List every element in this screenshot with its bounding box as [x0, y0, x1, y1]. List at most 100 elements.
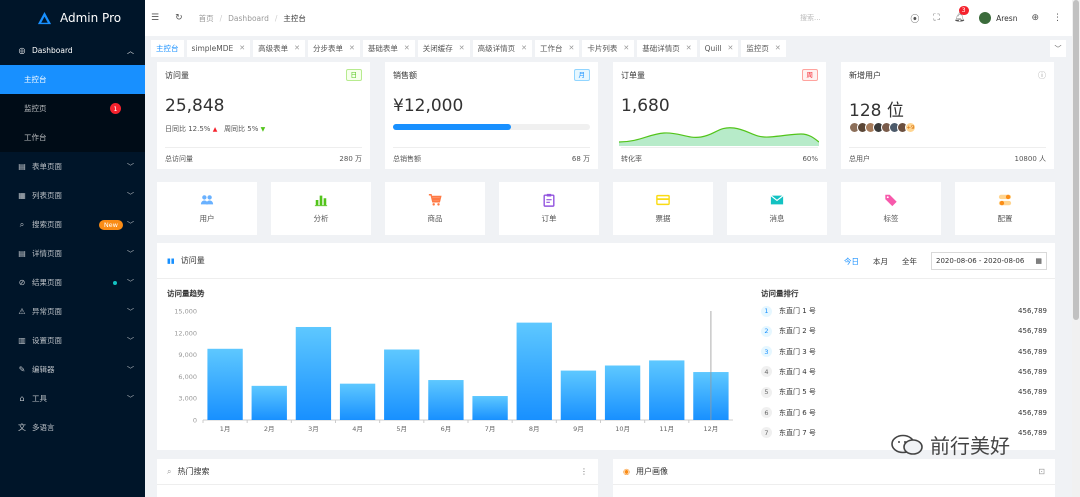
tab-item[interactable]: 基础详情页 ✕	[637, 39, 697, 57]
menu-list[interactable]: ▦ 列表页面 ﹀	[0, 181, 145, 210]
breadcrumb-dashboard[interactable]: Dashboard	[228, 14, 269, 23]
breadcrumb-home[interactable]: 首页	[199, 13, 214, 24]
app-logo[interactable]: Admin Pro	[0, 0, 145, 36]
quick-entry-tags[interactable]: 标签	[841, 182, 941, 235]
submenu-console[interactable]: 主控台	[0, 65, 145, 94]
bar[interactable]	[472, 396, 508, 420]
chevron-down-icon: ﹀	[127, 162, 134, 171]
quick-entry-bills[interactable]: 票据	[613, 182, 713, 235]
date-range-picker[interactable]: 2020-08-06 - 2020-08-06 ▦	[931, 252, 1047, 270]
rank-number: 2	[761, 325, 772, 337]
close-icon[interactable]: ✕	[728, 44, 734, 52]
submenu-monitor[interactable]: 监控页 1	[0, 94, 145, 123]
tab-item[interactable]: 关闭缓存 ✕	[417, 39, 470, 57]
menu-settings[interactable]: ▥ 设置页面 ﹀	[0, 326, 145, 355]
tab-item[interactable]: 监控页 ✕	[741, 39, 786, 57]
menu-search[interactable]: ⌕ 搜索页面 New ﹀	[0, 210, 145, 239]
tab-item[interactable]: 高级详情页 ✕	[472, 39, 532, 57]
scrollbar[interactable]	[1072, 0, 1080, 497]
more-icon[interactable]: ⋮	[580, 467, 588, 476]
tab-console[interactable]: 主控台	[151, 39, 184, 57]
quick-entry-messages[interactable]: 消息	[727, 182, 827, 235]
close-icon[interactable]: ✕	[459, 44, 465, 52]
menu-editor[interactable]: ✎ 编辑器 ﹀	[0, 355, 145, 384]
search-input[interactable]: 搜索...	[800, 13, 821, 23]
foot-value: 60%	[802, 154, 818, 163]
menu-fold-icon[interactable]: ☰	[151, 13, 159, 23]
tab-item[interactable]: 卡片列表 ✕	[582, 39, 635, 57]
warning-icon: ⚠	[18, 307, 26, 316]
x-tick-label: 5月	[396, 425, 407, 433]
menu-result[interactable]: ⊘ 结果页面 ﹀	[0, 268, 145, 297]
stat-value: 25,848	[165, 96, 225, 116]
tab-item[interactable]: 工作台 ✕	[535, 39, 580, 57]
rank-value: 456,789	[1018, 408, 1047, 417]
tab-item[interactable]: 分步表单 ✕	[308, 39, 360, 57]
locate-icon[interactable]: ⦿	[910, 12, 919, 25]
bar[interactable]	[207, 348, 243, 420]
menu-tools[interactable]: ⌂ 工具 ﹀	[0, 384, 145, 413]
bar[interactable]	[428, 380, 464, 420]
bar[interactable]	[516, 322, 552, 420]
range-year[interactable]: 全年	[902, 256, 917, 267]
tabs-more-button[interactable]: ﹀	[1050, 40, 1066, 57]
close-icon[interactable]: ✕	[404, 44, 410, 52]
bar[interactable]	[560, 370, 597, 420]
bell-icon[interactable]: 🔔︎ 3	[954, 6, 969, 23]
rank-name: 东直门 5 号	[779, 388, 816, 397]
scrollbar-thumb[interactable]	[1073, 0, 1079, 320]
breadcrumb-current: 主控台	[283, 13, 306, 23]
menu-exception[interactable]: ⚠ 异常页面 ﹀	[0, 297, 145, 326]
close-icon[interactable]: ✕	[521, 44, 527, 52]
fullscreen-icon[interactable]: ⛶	[933, 13, 939, 23]
tab-item[interactable]: 基础表单 ✕	[362, 39, 415, 57]
quick-entry-analysis[interactable]: 分析	[271, 182, 371, 235]
tab-label: simpleMDE	[191, 43, 234, 53]
bar[interactable]	[649, 360, 685, 420]
menu-detail[interactable]: ▤ 详情页面 ﹀	[0, 239, 145, 268]
bar[interactable]	[604, 365, 641, 421]
bar[interactable]	[251, 385, 287, 420]
quick-entry-config[interactable]: 配置	[955, 182, 1055, 235]
close-icon[interactable]: ✕	[686, 44, 692, 52]
tab-label: 关闭缓存	[422, 43, 453, 53]
range-month[interactable]: 本月	[873, 256, 888, 267]
quick-entry-orders[interactable]: 订单	[499, 182, 599, 235]
x-tick-label: 8月	[529, 425, 540, 433]
more-icon[interactable]: ⋮	[1053, 13, 1062, 23]
detail-icon: ▤	[18, 249, 26, 258]
quick-entry-products[interactable]: 商品	[385, 182, 485, 235]
bar[interactable]	[339, 383, 376, 420]
search-icon: ⌕	[167, 466, 172, 476]
tab-item[interactable]: simpleMDE ✕	[186, 39, 251, 57]
x-tick-label: 3月	[308, 425, 319, 433]
close-icon[interactable]: ✕	[623, 44, 629, 52]
globe-icon[interactable]: ⊕	[1031, 13, 1039, 23]
foot-label: 总访问量	[165, 154, 193, 163]
close-icon[interactable]: ✕	[775, 44, 781, 52]
expand-icon[interactable]: ⊡	[1038, 467, 1045, 476]
range-today[interactable]: 今日	[844, 256, 859, 267]
tab-item[interactable]: Quill ✕	[699, 39, 739, 57]
quick-entry-users[interactable]: 用户	[157, 182, 257, 235]
quick-entry-label: 标签	[883, 214, 899, 223]
user-menu[interactable]: Aresn	[979, 12, 1017, 24]
menu-dashboard[interactable]: ◎ Dashboard ︿	[0, 36, 145, 65]
settings-icon: ▥	[18, 336, 26, 345]
bar[interactable]	[384, 349, 420, 420]
submenu-label: 监控页	[24, 104, 47, 113]
refresh-icon[interactable]: ↻	[175, 13, 183, 23]
menu-language[interactable]: 文多语言	[0, 413, 145, 442]
close-icon[interactable]: ✕	[349, 44, 355, 52]
tab-item[interactable]: 高级表单 ✕	[253, 39, 305, 57]
close-icon[interactable]: ✕	[569, 44, 575, 52]
bar[interactable]	[295, 326, 332, 420]
quick-entry-label: 配置	[997, 214, 1013, 223]
logo-icon	[37, 11, 52, 24]
submenu-workbench[interactable]: 工作台	[0, 123, 145, 152]
x-tick-label: 9月	[573, 425, 584, 433]
menu-form[interactable]: ▤ 表单页面 ﹀	[0, 152, 145, 181]
close-icon[interactable]: ✕	[294, 44, 300, 52]
close-icon[interactable]: ✕	[239, 44, 245, 52]
info-icon[interactable]: ⓘ	[1038, 70, 1046, 81]
